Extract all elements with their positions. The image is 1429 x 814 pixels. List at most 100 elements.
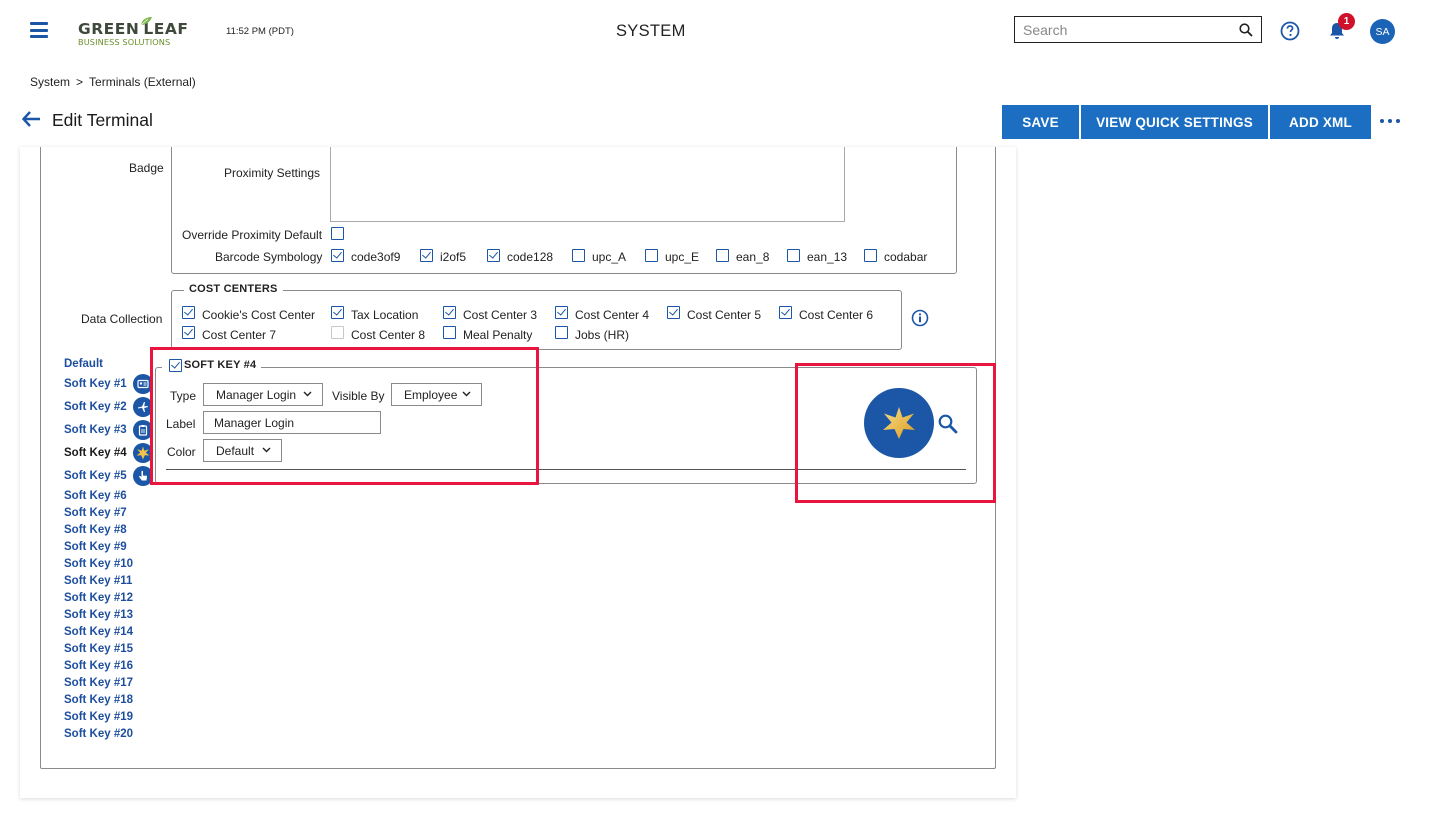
back-arrow-icon[interactable] (21, 110, 41, 128)
cost-center-label: Tax Location (351, 308, 419, 322)
cost-center-checkbox-3[interactable] (443, 306, 456, 319)
cost-center-checkbox-jobs-hr[interactable] (555, 326, 568, 339)
cost-center-label: Cookie's Cost Center (202, 308, 316, 322)
leaf-icon (140, 17, 152, 26)
symbology-checkbox-code128[interactable] (487, 249, 500, 262)
search-icon[interactable] (1239, 22, 1253, 37)
symbology-checkbox-upc-e[interactable] (645, 249, 658, 262)
barcode-symbology-label: Barcode Symbology (215, 250, 323, 264)
page-title: Edit Terminal (52, 110, 153, 130)
cost-center-label: Cost Center 6 (799, 308, 874, 322)
soft-key-link-10[interactable]: Soft Key #10 (64, 558, 133, 570)
hand-pointer-icon[interactable] (133, 466, 153, 486)
symbology-label: ean_13 (807, 250, 848, 264)
cost-center-label: Cost Center 5 (687, 308, 762, 322)
color-select[interactable]: Default (203, 439, 282, 462)
more-options-icon[interactable] (1380, 119, 1400, 123)
soft-key-link-16[interactable]: Soft Key #16 (64, 660, 133, 672)
logo-tagline: BUSINESS SOLUTIONS (78, 37, 171, 47)
soft-key-link-15[interactable]: Soft Key #15 (64, 643, 133, 655)
symbology-checkbox-ean-13[interactable] (787, 249, 800, 262)
symbology-checkbox-i2of5[interactable] (420, 249, 433, 262)
view-quick-settings-button[interactable]: VIEW QUICK SETTINGS (1081, 105, 1268, 139)
save-button[interactable]: SAVE (1002, 105, 1079, 139)
symbology-label: upc_E (665, 250, 700, 264)
cost-center-checkbox-7[interactable] (182, 326, 195, 339)
soft-key-link-7[interactable]: Soft Key #7 (64, 507, 127, 519)
override-proximity-label: Override Proximity Default (182, 228, 323, 242)
symbology-checkbox-upc-a[interactable] (572, 249, 585, 262)
soft-key-link-4[interactable]: Soft Key #4 (64, 447, 127, 459)
breadcrumb-system[interactable]: System (30, 75, 70, 89)
cost-center-label: Jobs (HR) (575, 328, 630, 342)
symbology-checkbox-codabar[interactable] (864, 249, 877, 262)
magnifier-icon[interactable] (937, 413, 959, 435)
company-logo: GREEN LEAF BUSINESS SOLUTIONS (78, 16, 203, 48)
soft-key-editor-title: SOFT KEY #4 (184, 359, 257, 371)
soft-key-link-5[interactable]: Soft Key #5 (64, 470, 127, 482)
cost-center-checkbox-cookies[interactable] (182, 306, 195, 319)
notification-badge: 1 (1338, 13, 1355, 30)
chevron-down-icon (262, 447, 271, 453)
breadcrumb-separator: > (76, 75, 84, 89)
symbology-checkbox-code3of9[interactable] (331, 249, 344, 262)
info-icon[interactable] (911, 309, 929, 327)
symbology-checkbox-ean-8[interactable] (716, 249, 729, 262)
avatar[interactable]: SA (1370, 19, 1395, 44)
breadcrumb: System > Terminals (External) (30, 75, 196, 89)
cost-center-label: Cost Center 3 (463, 308, 538, 322)
cost-center-checkbox-6[interactable] (779, 306, 792, 319)
override-proximity-checkbox[interactable] (331, 227, 344, 240)
id-card-icon[interactable] (133, 374, 153, 394)
soft-key-link-14[interactable]: Soft Key #14 (64, 626, 133, 638)
soft-key-link-6[interactable]: Soft Key #6 (64, 490, 127, 502)
badge-section-label: Badge (129, 161, 164, 175)
add-xml-button[interactable]: ADD XML (1270, 105, 1371, 139)
cost-center-checkbox-meal-penalty[interactable] (443, 326, 456, 339)
soft-key-link-3[interactable]: Soft Key #3 (64, 424, 127, 436)
soft-key-enabled-checkbox[interactable] (169, 359, 182, 372)
color-label: Color (167, 445, 196, 459)
symbology-label: codabar (884, 250, 928, 264)
cost-center-label: Cost Center 4 (575, 308, 650, 322)
airplane-icon[interactable] (133, 397, 153, 417)
label-input[interactable]: Manager Login (203, 411, 381, 434)
clipboard-icon[interactable] (133, 420, 153, 440)
proximity-settings-textarea[interactable] (330, 147, 845, 222)
soft-key-link-9[interactable]: Soft Key #9 (64, 541, 127, 553)
cost-center-label: Cost Center 8 (351, 328, 426, 342)
soft-key-link-8[interactable]: Soft Key #8 (64, 524, 127, 536)
soft-key-link-17[interactable]: Soft Key #17 (64, 677, 133, 689)
search-input[interactable] (1023, 21, 1239, 38)
type-select[interactable]: Manager Login (203, 383, 323, 406)
symbology-label: code3of9 (351, 250, 401, 264)
soft-key-link-19[interactable]: Soft Key #19 (64, 711, 133, 723)
data-collection-label: Data Collection (81, 312, 163, 326)
visible-by-label: Visible By (332, 389, 385, 403)
cost-center-checkbox-tax-location[interactable] (331, 306, 344, 319)
color-value: Default (216, 443, 255, 458)
soft-key-link-20[interactable]: Soft Key #20 (64, 728, 133, 740)
cost-center-checkbox-4[interactable] (555, 306, 568, 319)
soft-key-link-13[interactable]: Soft Key #13 (64, 609, 133, 621)
symbology-label: i2of5 (440, 250, 467, 264)
soft-key-link-1[interactable]: Soft Key #1 (64, 378, 127, 390)
label-label: Label (166, 417, 196, 431)
hamburger-menu-icon[interactable] (30, 22, 48, 38)
chevron-down-icon (462, 391, 471, 397)
soft-key-link-12[interactable]: Soft Key #12 (64, 592, 133, 604)
star-burst-icon[interactable] (133, 443, 153, 463)
symbology-label: ean_8 (736, 250, 770, 264)
soft-key-link-18[interactable]: Soft Key #18 (64, 694, 133, 706)
search-box[interactable] (1014, 16, 1262, 43)
help-icon[interactable] (1280, 21, 1300, 41)
soft-key-link-11[interactable]: Soft Key #11 (64, 575, 132, 587)
visible-by-select[interactable]: Employee (391, 383, 482, 406)
symbology-label: code128 (507, 250, 554, 264)
cost-center-checkbox-5[interactable] (667, 306, 680, 319)
app-title: SYSTEM (616, 22, 686, 40)
cost-center-label: Meal Penalty (463, 328, 533, 342)
soft-key-default-link[interactable]: Default (64, 358, 103, 370)
soft-key-icon-preview (864, 388, 934, 458)
soft-key-link-2[interactable]: Soft Key #2 (64, 401, 127, 413)
